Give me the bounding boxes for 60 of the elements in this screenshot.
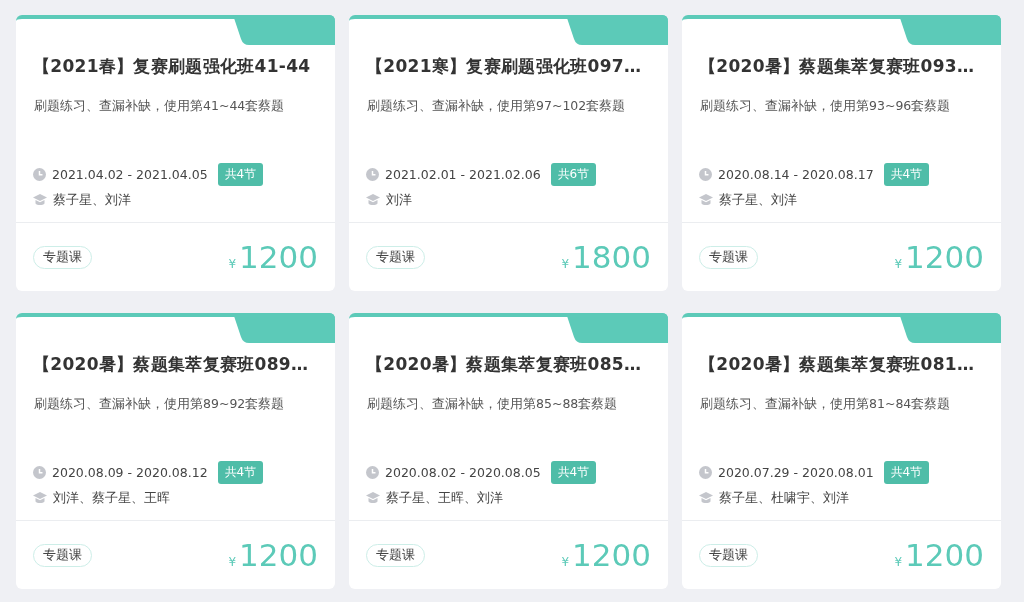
course-description: 刷题练习、查漏补缺，使用第81~84套蔡题 <box>699 395 952 413</box>
lesson-count-badge: 共4节 <box>217 460 264 484</box>
clock-icon <box>699 465 712 479</box>
currency-symbol: ¥ <box>561 555 570 569</box>
course-dates: 2020.07.29 - 2020.08.01 <box>718 464 874 480</box>
course-card[interactable]: 【2020暑】蔡题集萃复赛班081… 刷题练习、查漏补缺，使用第81~84套蔡题 2020.07.29 - 2020.08.01 共4节 蔡子星、杜啸宇、刘洋 专题课 ¥1200 <box>682 313 1001 589</box>
course-price: 1200 <box>905 537 984 573</box>
course-title: 【2020暑】蔡题集萃复赛班085… <box>366 353 643 376</box>
course-dates: 2021.02.01 - 2021.02.06 <box>385 166 541 182</box>
course-title: 【2020暑】蔡题集萃复赛班093… <box>699 55 976 78</box>
teacher-names: 蔡子星、刘洋 <box>53 191 131 209</box>
course-dates: 2020.08.09 - 2020.08.12 <box>52 464 208 480</box>
currency-symbol: ¥ <box>228 555 237 569</box>
teacher-names: 刘洋 <box>386 191 412 209</box>
course-card[interactable]: 【2020暑】蔡题集萃复赛班085… 刷题练习、查漏补缺，使用第85~88套蔡题 2020.08.02 - 2020.08.05 共4节 蔡子星、王晖、刘洋 专题课 ¥1200 <box>349 313 668 589</box>
course-price: 1200 <box>239 537 318 573</box>
course-title: 【2021春】复赛刷题强化班41-44 <box>33 55 312 78</box>
course-card[interactable]: 【2020暑】蔡题集萃复赛班093… 刷题练习、查漏补缺，使用第93~96套蔡题 2020.08.14 - 2020.08.17 共4节 蔡子星、刘洋 专题课 ¥1200 <box>682 15 1001 291</box>
course-card[interactable]: 【2021寒】复赛刷题强化班097… 刷题练习、查漏补缺，使用第97~102套蔡题 2021.02.01 - 2021.02.06 共6节 刘洋 专题课 ¥1800 <box>349 15 668 291</box>
course-card[interactable]: 【2020暑】蔡题集萃复赛班089… 刷题练习、查漏补缺，使用第89~92套蔡题 2020.08.09 - 2020.08.12 共4节 刘洋、蔡子星、王晖 专题课 ¥1200 <box>16 313 335 589</box>
course-description: 刷题练习、查漏补缺，使用第85~88套蔡题 <box>366 395 619 413</box>
lesson-count-badge: 共4节 <box>217 162 264 186</box>
clock-icon <box>366 167 379 181</box>
course-description: 刷题练习、查漏补缺，使用第89~92套蔡题 <box>33 395 286 413</box>
course-description: 刷题练习、查漏补缺，使用第93~96套蔡题 <box>699 97 952 115</box>
teacher-names: 蔡子星、王晖、刘洋 <box>386 489 503 507</box>
lesson-count-badge: 共4节 <box>883 162 930 186</box>
course-price: 1200 <box>905 239 984 275</box>
clock-icon <box>366 465 379 479</box>
graduation-cap-icon <box>699 194 713 206</box>
graduation-cap-icon <box>699 492 713 504</box>
graduation-cap-icon <box>366 492 380 504</box>
course-price: 1800 <box>572 239 651 275</box>
course-price: 1200 <box>239 239 318 275</box>
course-dates: 2021.04.02 - 2021.04.05 <box>52 166 208 182</box>
lesson-count-badge: 共4节 <box>550 460 597 484</box>
lesson-count-badge: 共4节 <box>883 460 930 484</box>
clock-icon <box>33 465 46 479</box>
currency-symbol: ¥ <box>894 555 903 569</box>
graduation-cap-icon <box>366 194 380 206</box>
currency-symbol: ¥ <box>894 257 903 271</box>
course-price: 1200 <box>572 537 651 573</box>
course-description: 刷题练习、查漏补缺，使用第41~44套蔡题 <box>33 97 286 115</box>
clock-icon <box>699 167 712 181</box>
teacher-names: 蔡子星、杜啸宇、刘洋 <box>719 489 849 507</box>
graduation-cap-icon <box>33 194 47 206</box>
clock-icon <box>33 167 46 181</box>
currency-symbol: ¥ <box>561 257 570 271</box>
graduation-cap-icon <box>33 492 47 504</box>
course-title: 【2020暑】蔡题集萃复赛班089… <box>33 353 310 376</box>
course-dates: 2020.08.14 - 2020.08.17 <box>718 166 874 182</box>
lesson-count-badge: 共6节 <box>550 162 597 186</box>
course-title: 【2020暑】蔡题集萃复赛班081… <box>699 353 976 376</box>
currency-symbol: ¥ <box>228 257 237 271</box>
course-card[interactable]: 【2021春】复赛刷题强化班41-44 刷题练习、查漏补缺，使用第41~44套蔡题 2021.04.02 - 2021.04.05 共4节 蔡子星、刘洋 专题课 ¥1200 <box>16 15 335 291</box>
course-description: 刷题练习、查漏补缺，使用第97~102套蔡题 <box>366 97 627 115</box>
teacher-names: 刘洋、蔡子星、王晖 <box>53 489 170 507</box>
course-title: 【2021寒】复赛刷题强化班097… <box>366 55 643 78</box>
course-dates: 2020.08.02 - 2020.08.05 <box>385 464 541 480</box>
teacher-names: 蔡子星、刘洋 <box>719 191 797 209</box>
